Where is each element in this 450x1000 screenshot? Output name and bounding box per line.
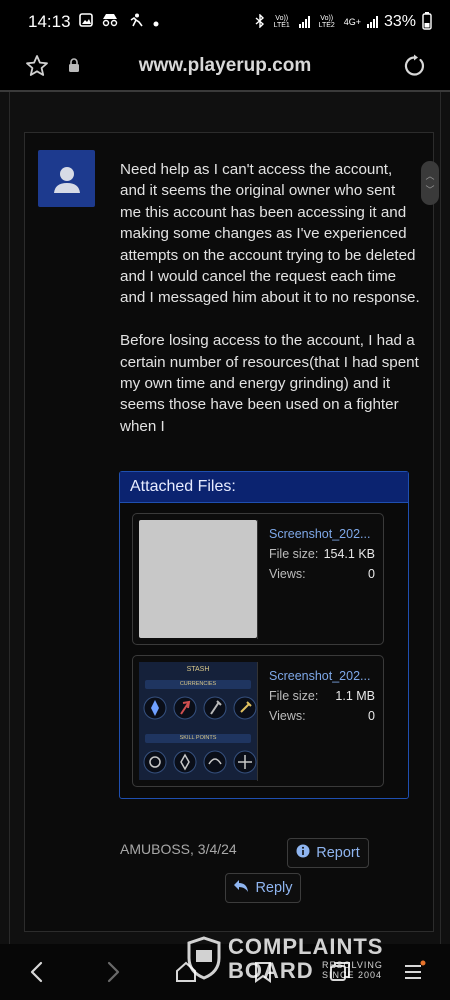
- currency-icons: [143, 696, 257, 720]
- network-type-label: 4G+: [343, 16, 361, 27]
- status-time: 14:13: [28, 12, 71, 31]
- activity-notification-icon: [127, 12, 145, 32]
- views-value: 0: [368, 567, 375, 581]
- file-size-value: 154.1 KB: [323, 547, 375, 561]
- watermark-sub1: RESOLVING: [322, 960, 383, 970]
- browser-url-bar: www.playerup.com: [0, 44, 450, 90]
- user-silhouette-icon: [53, 166, 80, 193]
- attachment-thumbnail[interactable]: [139, 520, 258, 639]
- scroll-handle[interactable]: ︿ ﹀: [421, 161, 439, 205]
- signal-2-icon: [366, 16, 378, 28]
- watermark-line1: COMPLAINTS: [228, 934, 384, 959]
- gallery-notification-icon: [78, 12, 93, 32]
- battery-icon: [422, 11, 432, 33]
- message-paragraph: Need help as I can't access the account,…: [120, 161, 420, 307]
- attachment-thumbnail[interactable]: STASH CURRENCIES SKILL POINTS: [139, 662, 258, 781]
- post-author-date[interactable]: AMUBOSS, 3/4/24: [120, 841, 237, 857]
- signal-1-icon: [298, 16, 310, 28]
- notification-dot-icon: [153, 12, 159, 32]
- watermark-sub: RESOLVING SINCE 2004: [322, 960, 383, 980]
- complaints-board-watermark: COMPLAINTS BOARD RESOLVING SINCE 2004: [186, 932, 406, 984]
- skill-point-icons: [143, 750, 257, 774]
- watermark-sub2: SINCE 2004: [322, 970, 383, 980]
- watermark-line2: BOARD: [228, 958, 314, 983]
- blank-screenshot-thumbnail: [139, 520, 257, 638]
- file-size-label: File size:: [269, 547, 319, 561]
- reload-icon[interactable]: [402, 54, 426, 83]
- info-icon: [296, 844, 310, 862]
- chevron-up-icon: ︿: [425, 171, 435, 181]
- attachment-name[interactable]: Screenshot_202...: [269, 666, 381, 686]
- attached-files-title: Attached Files:: [120, 472, 408, 503]
- network-2-label: Vo)) LTE2: [318, 15, 335, 29]
- reply-button[interactable]: Reply: [225, 873, 301, 903]
- chevron-down-icon: ﹀: [425, 185, 435, 195]
- url-text[interactable]: www.playerup.com: [0, 55, 450, 77]
- stash-screenshot-thumbnail: STASH CURRENCIES SKILL POINTS: [139, 662, 257, 780]
- battery-percent: 33%: [383, 13, 416, 30]
- attached-files-box: Attached Files: Screenshot_202... File s…: [119, 471, 409, 799]
- report-button[interactable]: Report: [287, 838, 369, 868]
- network-1-label: Vo)) LTE1: [273, 15, 290, 29]
- report-label: Report: [316, 845, 360, 861]
- views-label: Views:: [269, 709, 306, 723]
- shield-logo-icon: [186, 936, 222, 985]
- forum-post: ︿ ﹀ Need help as I can't access the acco…: [24, 132, 439, 932]
- file-size-label: File size:: [269, 689, 319, 703]
- page-content: ︿ ﹀ Need help as I can't access the acco…: [0, 92, 450, 962]
- back-icon[interactable]: [28, 960, 46, 989]
- message-paragraph: Before losing access to the account, I h…: [120, 332, 419, 435]
- bluetooth-icon: [255, 12, 265, 31]
- attachment-name[interactable]: Screenshot_202...: [269, 524, 381, 544]
- status-bar: 14:13 Vo)) LTE1 Vo)) LTE2 4G+ 33%: [0, 0, 450, 44]
- attachment-card[interactable]: Screenshot_202... File size: 154.1 KB Vie…: [132, 513, 384, 645]
- stash-section-skill-points: SKILL POINTS: [179, 735, 217, 741]
- avatar[interactable]: [38, 150, 95, 207]
- stash-section-currencies: CURRENCIES: [179, 681, 217, 687]
- views-label: Views:: [269, 567, 306, 581]
- views-value: 0: [368, 709, 375, 723]
- reply-label: Reply: [255, 880, 293, 896]
- incognito-notification-icon: [101, 12, 119, 32]
- reply-arrow-icon: [233, 879, 249, 897]
- post-message: Need help as I can't access the account,…: [120, 159, 420, 437]
- stash-title: STASH: [186, 666, 210, 673]
- forward-icon[interactable]: [104, 960, 122, 989]
- file-size-value: 1.1 MB: [335, 689, 375, 703]
- attachment-card[interactable]: STASH CURRENCIES SKILL POINTS Screenshot…: [132, 655, 384, 787]
